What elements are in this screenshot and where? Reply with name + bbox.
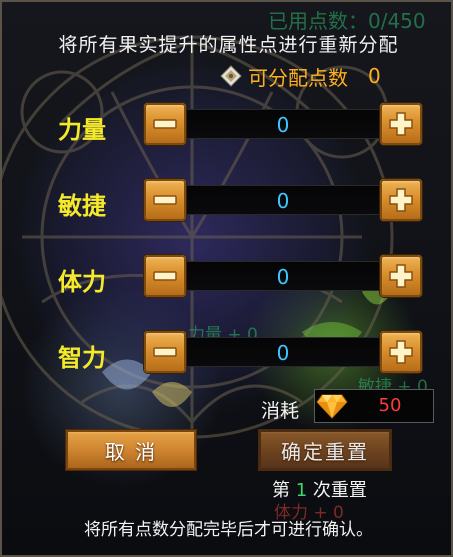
intellect-plus-button[interactable] <box>380 331 422 373</box>
instruction-text: 将所有果实提升的属性点进行重新分配 <box>58 34 399 56</box>
available-points-label: 可分配点数 <box>248 65 348 90</box>
cancel-button[interactable]: 取 消 <box>65 429 197 471</box>
reset-count-value: 1 <box>295 480 308 501</box>
stat-value-intellect: 0 <box>276 341 290 365</box>
available-points-row: 可分配点数 0 <box>220 62 381 90</box>
plus-icon <box>389 188 413 212</box>
footer-note: 将所有点数分配完毕后才可进行确认。 <box>84 520 373 540</box>
plus-icon <box>389 264 413 288</box>
stat-label-strength: 力量 <box>58 116 106 144</box>
stat-value-agility: 0 <box>276 189 290 213</box>
plus-icon <box>389 340 413 364</box>
strength-plus-button[interactable] <box>380 103 422 145</box>
diamond-gem-icon <box>316 394 348 419</box>
reset-count-row: 第 1 次重置 <box>272 476 367 502</box>
plus-icon <box>389 112 413 136</box>
reset-suffix: 次重置 <box>312 480 367 501</box>
stamina-plus-button[interactable] <box>380 255 422 297</box>
stat-label-agility: 敏捷 <box>58 192 106 220</box>
stat-label-intellect: 智力 <box>58 344 106 372</box>
confirm-reset-button[interactable]: 确定重置 <box>258 429 392 471</box>
agility-plus-button[interactable] <box>380 179 422 221</box>
stat-value-stamina: 0 <box>276 265 290 289</box>
stat-label-stamina: 体力 <box>58 268 106 296</box>
cost-value: 50 <box>378 395 402 416</box>
stat-value-strength: 0 <box>276 113 290 137</box>
available-points-value: 0 <box>368 64 381 88</box>
reset-points-panel: 已用点数：0/450 力量 + 0 敏捷 + 0 体力 + 0 将所有果实提升的… <box>0 0 453 557</box>
cost-label: 消耗 <box>261 400 300 422</box>
reset-prefix: 第 <box>272 480 290 501</box>
diamond-icon <box>220 65 242 87</box>
